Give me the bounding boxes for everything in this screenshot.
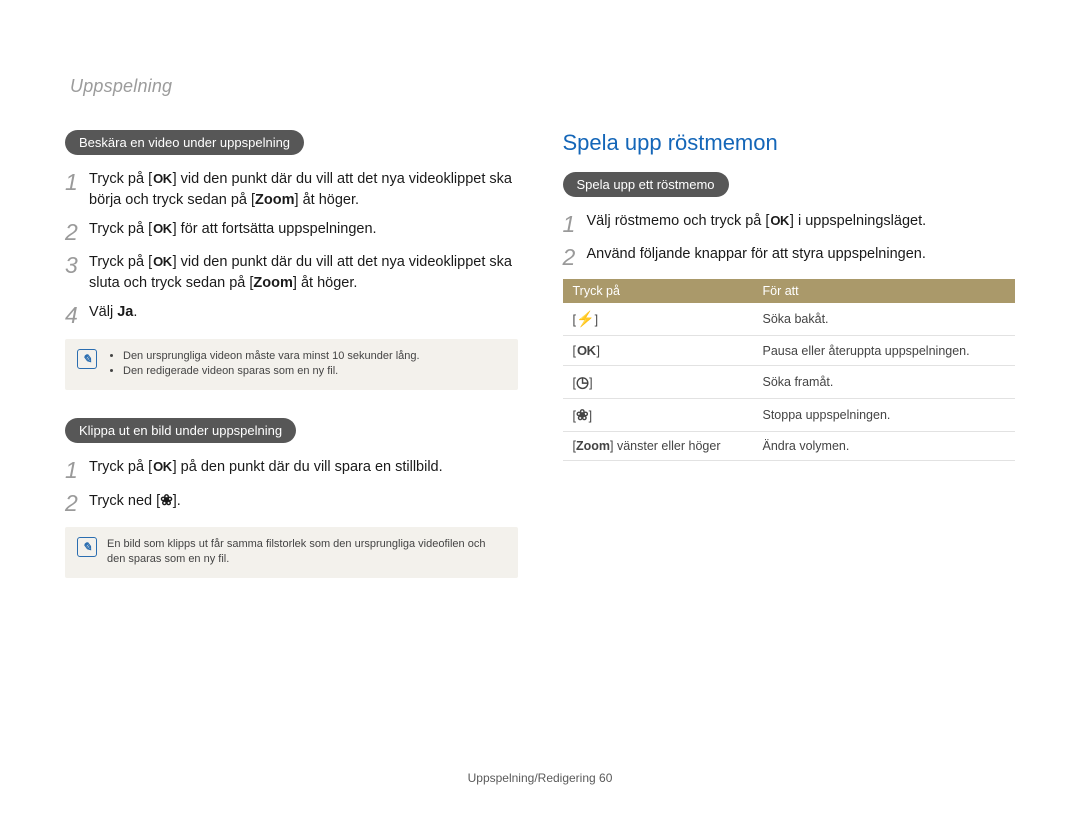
cell-action: Ändra volymen. — [753, 432, 1016, 461]
step-number: 1 — [65, 457, 89, 482]
r-step-1: 1 Välj röstmemo och tryck på [OK] i upps… — [563, 211, 1016, 236]
text: Tryck på [ — [89, 459, 152, 475]
step-body: Tryck på [OK] vid den punkt där du vill … — [89, 252, 518, 294]
cell-action: Söka framåt. — [753, 366, 1016, 399]
step-number: 4 — [65, 302, 89, 327]
step-2: 2 Tryck på [OK] för att fortsätta uppspe… — [65, 219, 518, 244]
pill-trim-video: Beskära en video under uppspelning — [65, 130, 304, 155]
pill-play-memo: Spela upp ett röstmemo — [563, 172, 729, 197]
text: Tryck på [ — [89, 171, 152, 187]
step-number: 3 — [65, 252, 89, 277]
bracket: ] — [589, 376, 592, 390]
step-2b: 2 Tryck ned [❀]. — [65, 490, 518, 515]
text: Välj — [89, 304, 117, 320]
cell-key: [◷] — [563, 366, 753, 399]
ja-label: Ja — [117, 304, 133, 320]
ok-icon: OK — [769, 212, 790, 231]
text: . — [133, 304, 137, 320]
step-number: 2 — [65, 219, 89, 244]
note-item: Den redigerade videon sparas som en ny f… — [123, 364, 420, 379]
step-number: 2 — [65, 490, 89, 515]
step-number: 1 — [563, 211, 587, 236]
text: Tryck på [ — [89, 254, 152, 270]
right-column: Spela upp röstmemon Spela upp ett röstme… — [563, 130, 1016, 578]
running-head: Uppspelning — [70, 76, 172, 97]
text: ] vänster eller höger — [610, 439, 720, 453]
bracket: ] — [589, 409, 592, 423]
page-footer: Uppspelning/Redigering 60 — [0, 771, 1080, 785]
flash-icon: ⚡ — [576, 310, 595, 328]
note-text: En bild som klipps ut får samma filstorl… — [107, 537, 506, 568]
r-step-2: 2 Använd följande knappar för att styra … — [563, 244, 1016, 269]
table-row: [Zoom] vänster eller höger Ändra volymen… — [563, 432, 1016, 461]
macro-icon: ❀ — [160, 490, 173, 512]
zoom-label: Zoom — [255, 192, 294, 208]
note-icon: ✎ — [77, 349, 97, 369]
controls-table: Tryck på För att [⚡] Söka bakåt. [OK] — [563, 279, 1016, 461]
step-body: Välj Ja. — [89, 302, 137, 323]
table-row: [OK] Pausa eller återuppta uppspelningen… — [563, 336, 1016, 366]
left-column: Beskära en video under uppspelning 1 Try… — [65, 130, 518, 578]
cell-key: [OK] — [563, 336, 753, 366]
table-row: [⚡] Söka bakåt. — [563, 303, 1016, 336]
text: Tryck på [ — [89, 221, 152, 237]
text: ] åt höger. — [295, 192, 360, 208]
note-icon: ✎ — [77, 537, 97, 557]
text: ] åt höger. — [293, 275, 358, 291]
step-3: 3 Tryck på [OK] vid den punkt där du vil… — [65, 252, 518, 294]
text: ] på den punkt där du vill spara en stil… — [173, 459, 443, 475]
text: Tryck ned [ — [89, 493, 160, 509]
table-row: [◷] Söka framåt. — [563, 366, 1016, 399]
footer-label: Uppspelning/Redigering — [468, 771, 599, 785]
zoom-label: Zoom — [253, 275, 292, 291]
step-body: Tryck på [OK] vid den punkt där du vill … — [89, 169, 518, 211]
bracket: ] — [596, 344, 599, 358]
note-list: Den ursprungliga videon måste vara minst… — [107, 349, 420, 380]
step-number: 1 — [65, 169, 89, 194]
heading-voice-memo: Spela upp röstmemon — [563, 130, 1016, 156]
ok-icon: OK — [576, 343, 597, 358]
th-press: Tryck på — [563, 279, 753, 303]
step-body: Tryck på [OK] för att fortsätta uppspeln… — [89, 219, 377, 240]
step-1b: 1 Tryck på [OK] på den punkt där du vill… — [65, 457, 518, 482]
section-clip-image: Klippa ut en bild under uppspelning 1 Tr… — [65, 418, 518, 578]
note-item: Den ursprungliga videon måste vara minst… — [123, 349, 420, 364]
ok-icon: OK — [152, 253, 173, 272]
th-to: För att — [753, 279, 1016, 303]
note-box-2: ✎ En bild som klipps ut får samma filsto… — [65, 527, 518, 578]
zoom-label: Zoom — [576, 439, 610, 453]
timer-icon: ◷ — [576, 373, 589, 391]
step-number: 2 — [563, 244, 587, 269]
table-row: [❀] Stoppa uppspelningen. — [563, 399, 1016, 432]
ok-icon: OK — [152, 458, 173, 477]
step-body: Välj röstmemo och tryck på [OK] i uppspe… — [587, 211, 927, 232]
step-1: 1 Tryck på [OK] vid den punkt där du vil… — [65, 169, 518, 211]
page-number: 60 — [599, 771, 612, 785]
text: ]. — [173, 493, 181, 509]
cell-key: [❀] — [563, 399, 753, 432]
cell-action: Pausa eller återuppta uppspelningen. — [753, 336, 1016, 366]
cell-action: Söka bakåt. — [753, 303, 1016, 336]
cell-action: Stoppa uppspelningen. — [753, 399, 1016, 432]
text: Välj röstmemo och tryck på [ — [587, 213, 770, 229]
bracket: ] — [595, 313, 598, 327]
note-box-1: ✎ Den ursprungliga videon måste vara min… — [65, 339, 518, 390]
text: ] för att fortsätta uppspelningen. — [173, 221, 377, 237]
ok-icon: OK — [152, 220, 173, 239]
cell-key: [⚡] — [563, 303, 753, 336]
text: ] i uppspelningsläget. — [790, 213, 926, 229]
step-body: Använd följande knappar för att styra up… — [587, 244, 926, 265]
macro-icon: ❀ — [576, 406, 589, 424]
step-body: Tryck ned [❀]. — [89, 490, 181, 512]
ok-icon: OK — [152, 170, 173, 189]
step-body: Tryck på [OK] på den punkt där du vill s… — [89, 457, 443, 478]
pill-clip-image: Klippa ut en bild under uppspelning — [65, 418, 296, 443]
cell-key: [Zoom] vänster eller höger — [563, 432, 753, 461]
step-4: 4 Välj Ja. — [65, 302, 518, 327]
